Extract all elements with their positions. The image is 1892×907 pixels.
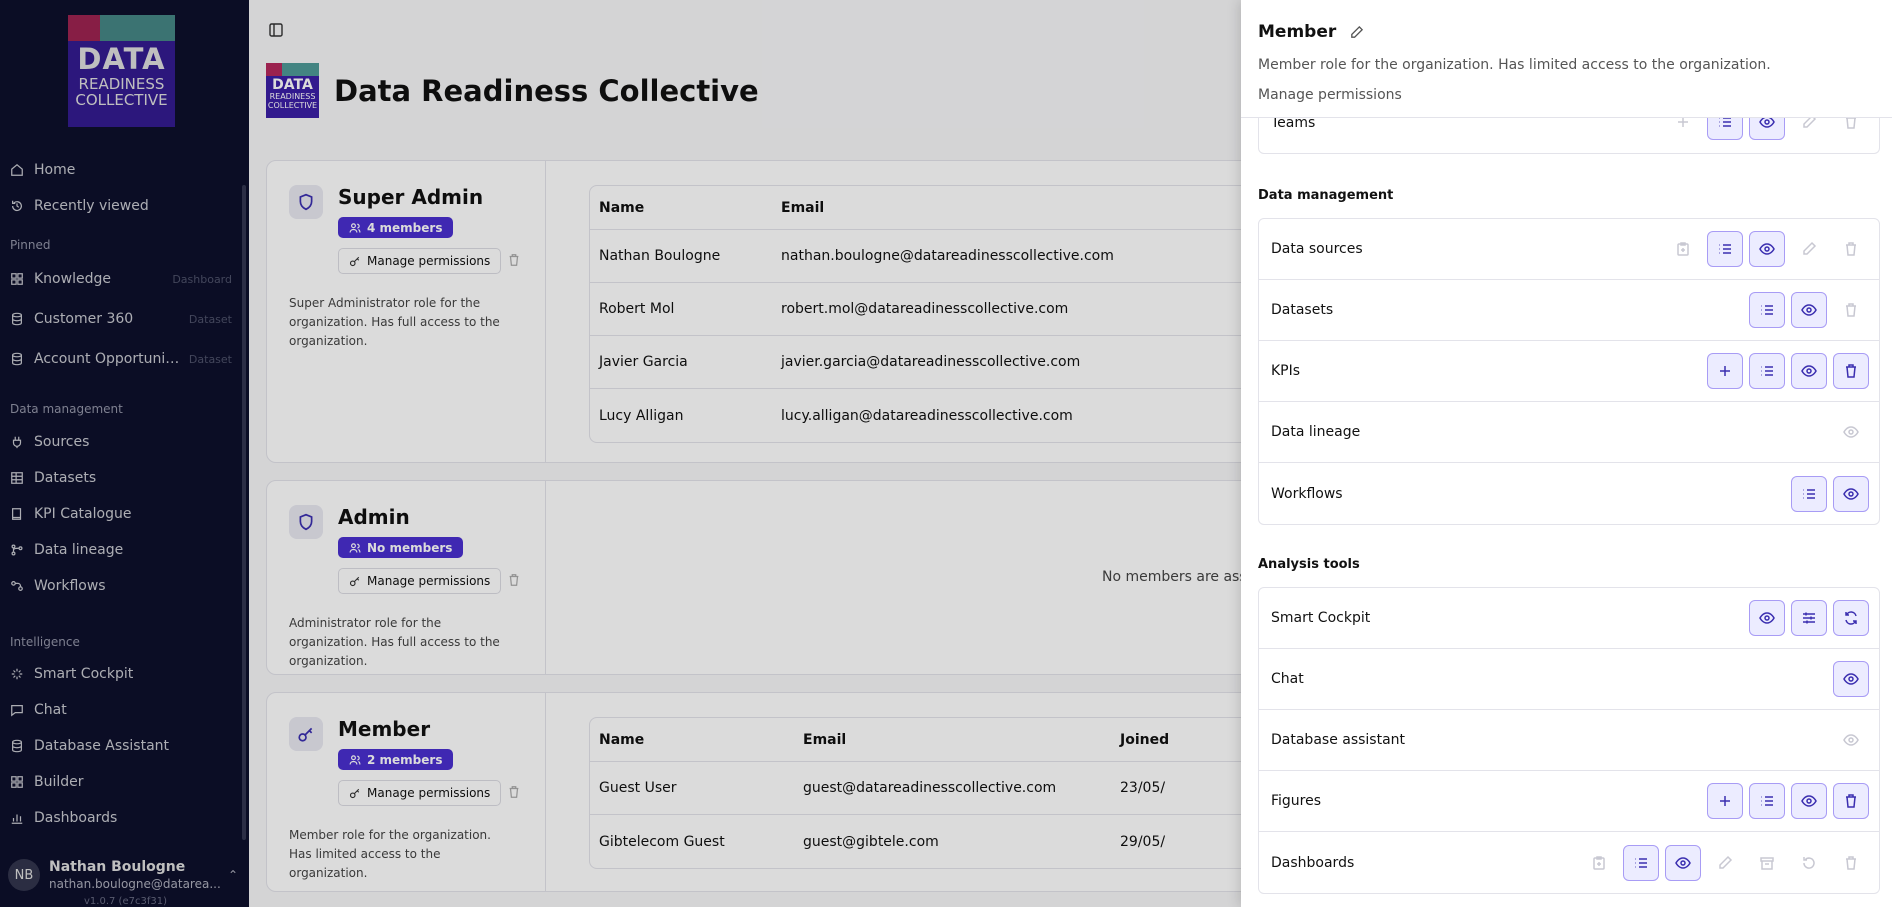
view-toggle[interactable] bbox=[1749, 600, 1785, 636]
pencil-icon bbox=[1803, 241, 1817, 255]
eye-icon bbox=[1843, 673, 1859, 685]
list-icon bbox=[1803, 488, 1815, 499]
permission-group-data-management: Data sources Datasets KPIs Data lineage … bbox=[1258, 218, 1880, 525]
delete-toggle[interactable] bbox=[1833, 353, 1869, 389]
permission-row-workflows: Workflows bbox=[1259, 463, 1879, 524]
pencil-icon bbox=[1719, 855, 1733, 869]
permission-row-datasets: Datasets bbox=[1259, 280, 1879, 341]
trash-icon bbox=[1846, 855, 1856, 870]
list-toggle[interactable] bbox=[1707, 231, 1743, 267]
view-toggle[interactable] bbox=[1833, 414, 1869, 450]
restore-toggle[interactable] bbox=[1791, 845, 1827, 881]
sliders-icon bbox=[1803, 612, 1815, 624]
view-toggle[interactable] bbox=[1833, 661, 1869, 697]
delete-toggle[interactable] bbox=[1833, 231, 1869, 267]
trash-icon bbox=[1846, 364, 1856, 378]
create-toggle[interactable] bbox=[1707, 783, 1743, 819]
clipboard-icon bbox=[1677, 242, 1689, 256]
delete-toggle[interactable] bbox=[1833, 783, 1869, 819]
list-toggle[interactable] bbox=[1749, 353, 1785, 389]
eye-icon bbox=[1759, 243, 1775, 255]
panel-subtitle: Manage permissions bbox=[1258, 87, 1402, 103]
configure-toggle[interactable] bbox=[1791, 600, 1827, 636]
edit-toggle[interactable] bbox=[1707, 845, 1743, 881]
eye-icon bbox=[1759, 612, 1775, 624]
permission-row-data-sources: Data sources bbox=[1259, 219, 1879, 280]
plus-icon bbox=[1720, 366, 1730, 376]
permissions-panel: Teams Member Member role for the organiz… bbox=[1241, 0, 1892, 907]
view-toggle[interactable] bbox=[1791, 292, 1827, 328]
view-toggle[interactable] bbox=[1833, 722, 1869, 758]
list-icon bbox=[1761, 305, 1773, 315]
modal-backdrop[interactable] bbox=[249, 0, 1241, 907]
pencil-icon[interactable] bbox=[1349, 25, 1364, 40]
panel-title: Member bbox=[1258, 22, 1364, 42]
delete-toggle[interactable] bbox=[1833, 845, 1869, 881]
list-toggle[interactable] bbox=[1749, 292, 1785, 328]
clipboard-toggle[interactable] bbox=[1665, 231, 1701, 267]
list-icon bbox=[1719, 244, 1731, 254]
refresh-icon bbox=[1845, 611, 1857, 625]
delete-toggle[interactable] bbox=[1833, 292, 1869, 328]
undo-icon bbox=[1803, 856, 1815, 869]
permission-group-analysis-tools: Smart Cockpit Chat Database assistant Fi… bbox=[1258, 587, 1880, 894]
clipboard-icon bbox=[1593, 855, 1605, 870]
view-toggle[interactable] bbox=[1833, 475, 1869, 512]
trash-icon bbox=[1846, 303, 1856, 317]
permission-row-smart-cockpit: Smart Cockpit bbox=[1259, 588, 1879, 649]
list-toggle[interactable] bbox=[1749, 783, 1785, 819]
eye-icon bbox=[1843, 734, 1859, 746]
eye-icon bbox=[1843, 426, 1859, 438]
permission-row-database-assistant: Database assistant bbox=[1259, 710, 1879, 771]
archive-toggle[interactable] bbox=[1749, 845, 1785, 881]
view-toggle[interactable] bbox=[1791, 353, 1827, 389]
create-toggle[interactable] bbox=[1707, 353, 1743, 389]
eye-icon bbox=[1801, 795, 1817, 807]
permission-row-kpis: KPIs bbox=[1259, 341, 1879, 402]
modal-backdrop-sidebar[interactable] bbox=[0, 0, 249, 907]
eye-icon bbox=[1675, 856, 1691, 869]
view-toggle[interactable] bbox=[1749, 231, 1785, 267]
list-icon bbox=[1761, 796, 1773, 806]
view-toggle[interactable] bbox=[1791, 783, 1827, 819]
view-toggle[interactable] bbox=[1665, 844, 1701, 881]
section-heading-analysis-tools: Analysis tools bbox=[1258, 557, 1360, 572]
section-heading-data-management: Data management bbox=[1258, 188, 1394, 203]
eye-icon bbox=[1801, 365, 1817, 377]
permission-row-data-lineage: Data lineage bbox=[1259, 402, 1879, 463]
eye-icon bbox=[1801, 304, 1817, 316]
panel-description: Member role for the organization. Has li… bbox=[1258, 57, 1771, 73]
permission-row-chat: Chat bbox=[1259, 649, 1879, 710]
trash-icon bbox=[1846, 794, 1856, 808]
permission-row-figures: Figures bbox=[1259, 771, 1879, 832]
trash-icon bbox=[1846, 242, 1856, 256]
edit-toggle[interactable] bbox=[1791, 231, 1827, 267]
plus-icon bbox=[1720, 796, 1730, 806]
list-icon bbox=[1635, 857, 1647, 868]
refresh-toggle[interactable] bbox=[1833, 600, 1869, 636]
clipboard-toggle[interactable] bbox=[1581, 845, 1617, 881]
permission-row-dashboards: Dashboards bbox=[1259, 832, 1879, 893]
eye-icon bbox=[1843, 487, 1859, 500]
archive-icon bbox=[1760, 856, 1774, 870]
list-toggle[interactable] bbox=[1791, 475, 1827, 512]
list-icon bbox=[1761, 366, 1773, 376]
list-toggle[interactable] bbox=[1623, 844, 1659, 881]
